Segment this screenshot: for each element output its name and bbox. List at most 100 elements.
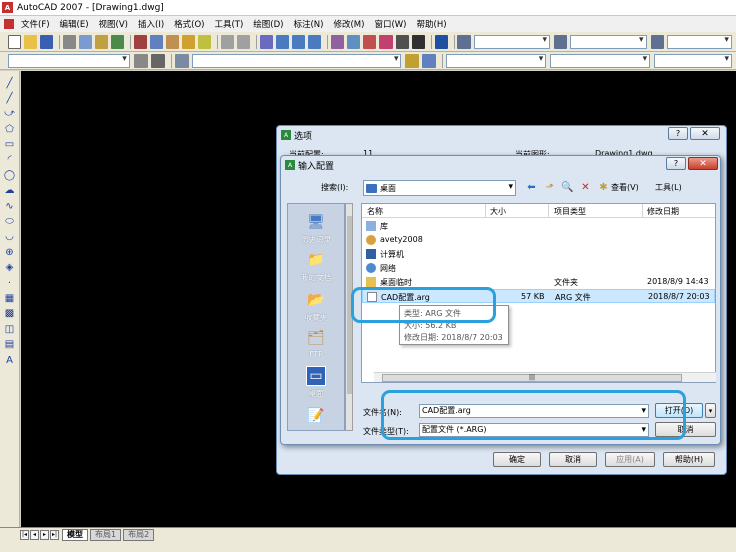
menu-insert[interactable]: 插入(I) [133, 18, 169, 30]
undo-icon[interactable] [221, 34, 235, 49]
tab-model[interactable]: 模型 [62, 528, 88, 541]
publish-icon[interactable] [95, 34, 109, 49]
document-icon[interactable] [4, 19, 14, 29]
point-icon[interactable]: · [4, 277, 16, 289]
workspace-settings-icon[interactable] [133, 53, 148, 68]
lineweight-combo[interactable] [654, 53, 733, 68]
layer-combo[interactable] [191, 53, 402, 68]
paste-icon[interactable] [166, 34, 180, 49]
menu-edit[interactable]: 编辑(E) [55, 18, 94, 30]
match-properties-icon[interactable] [182, 34, 196, 49]
menu-dimension[interactable]: 标注(N) [288, 18, 328, 30]
column-divider[interactable] [485, 204, 486, 218]
design-center-icon[interactable] [347, 34, 361, 49]
place-favorites[interactable]: 📂 收藏夹 [288, 290, 344, 323]
options-help-text-button[interactable]: 帮助(H) [663, 452, 715, 467]
insert-block-icon[interactable]: ⊕ [4, 246, 16, 258]
column-divider[interactable] [548, 204, 549, 218]
table-icon[interactable]: ▤ [4, 339, 16, 351]
list-item[interactable]: 网络 [362, 261, 715, 275]
back-arrow-icon[interactable]: ⬅ [525, 181, 538, 194]
table-style-combo[interactable] [666, 34, 732, 49]
table-style-icon[interactable] [650, 34, 664, 49]
new-icon[interactable] [8, 34, 22, 49]
column-type[interactable]: 项目类型 [554, 206, 586, 217]
rectangle-icon[interactable]: ▭ [4, 139, 16, 151]
up-folder-icon[interactable]: ⬏ [543, 181, 556, 194]
make-layer-current-icon[interactable] [405, 53, 420, 68]
options-help-button[interactable]: ? [668, 127, 688, 140]
zoom-window-icon[interactable] [292, 34, 306, 49]
construction-line-icon[interactable]: ╱ [4, 92, 16, 104]
menu-file[interactable]: 文件(F) [16, 18, 55, 30]
import-close-button[interactable]: ✕ [688, 157, 718, 170]
menu-help[interactable]: 帮助(H) [412, 18, 452, 30]
sheet-set-icon[interactable] [379, 34, 393, 49]
place-history[interactable]: 🖥 历史记录 [288, 212, 344, 245]
plot-icon[interactable] [111, 34, 125, 49]
workspace-combo[interactable] [8, 53, 130, 68]
hatch-icon[interactable]: ▦ [4, 292, 16, 304]
look-in-combo[interactable]: 桌面 ▾ [363, 180, 516, 196]
tab-last-icon[interactable]: ▸| [50, 529, 59, 540]
list-item[interactable]: 计算机 [362, 247, 715, 261]
polyline-icon[interactable]: ⤻ [4, 108, 16, 120]
help-icon[interactable] [434, 34, 448, 49]
zoom-realtime-icon[interactable] [276, 34, 290, 49]
workspace-save-icon[interactable] [150, 53, 165, 68]
tab-layout2[interactable]: 布局2 [123, 528, 155, 541]
layer-manager-icon[interactable] [174, 53, 189, 68]
options-ok-button[interactable]: 确定 [493, 452, 541, 467]
place-my-documents[interactable]: 📁 我的文档 [288, 250, 344, 283]
properties-icon[interactable] [331, 34, 345, 49]
make-block-icon[interactable]: ◈ [4, 262, 16, 274]
tab-layout1[interactable]: 布局1 [90, 528, 122, 541]
column-modified[interactable]: 修改日期 [647, 206, 679, 217]
markup-icon[interactable] [395, 34, 409, 49]
gradient-icon[interactable]: ▩ [4, 308, 16, 320]
zoom-previous-icon[interactable] [308, 34, 322, 49]
calculator-icon[interactable] [411, 34, 425, 49]
polygon-icon[interactable]: ⬠ [4, 123, 16, 135]
dimension-style-icon[interactable] [554, 34, 568, 49]
arc-icon[interactable]: ◜ [4, 154, 16, 166]
tab-first-icon[interactable]: |◂ [20, 529, 29, 540]
text-style-combo[interactable] [473, 34, 551, 49]
menu-tools[interactable]: 工具(T) [209, 18, 248, 30]
block-editor-icon[interactable] [198, 34, 212, 49]
layer-previous-icon[interactable] [422, 53, 437, 68]
menu-format[interactable]: 格式(O) [169, 18, 209, 30]
print-icon[interactable] [63, 34, 77, 49]
place-buzzsaw[interactable]: 📝 [288, 406, 344, 426]
pan-icon[interactable] [260, 34, 274, 49]
options-close-button[interactable]: ✕ [690, 127, 720, 140]
file-list-hscrollbar[interactable]: ||| [374, 372, 716, 382]
view-menu[interactable]: 查看(V) [611, 182, 639, 193]
tab-next-icon[interactable]: ▸ [40, 529, 49, 540]
copy-icon[interactable] [150, 34, 164, 49]
place-ftp[interactable]: 🗂 FTP [288, 328, 344, 359]
ellipse-arc-icon[interactable]: ◡ [4, 231, 16, 243]
ellipse-icon[interactable]: ⬭ [4, 216, 16, 228]
circle-icon[interactable]: ◯ [4, 169, 16, 181]
hscroll-thumb[interactable]: ||| [382, 374, 682, 382]
tab-prev-icon[interactable]: ◂ [30, 529, 39, 540]
text-style-icon[interactable] [457, 34, 471, 49]
place-desktop[interactable]: ▭ 桌面 [288, 366, 344, 399]
region-icon[interactable]: ◫ [4, 323, 16, 335]
options-apply-button[interactable]: 应用(A) [605, 452, 655, 467]
column-size[interactable]: 大小 [490, 206, 506, 217]
search-web-icon[interactable]: 🔍 [561, 181, 574, 194]
dimension-style-combo[interactable] [570, 34, 647, 49]
options-cancel-button[interactable]: 取消 [549, 452, 597, 467]
new-folder-icon[interactable]: ✱ [597, 181, 610, 194]
spline-icon[interactable]: ∿ [4, 200, 16, 212]
tool-palettes-icon[interactable] [363, 34, 377, 49]
delete-icon[interactable]: ✕ [579, 181, 592, 194]
redo-icon[interactable] [237, 34, 251, 49]
import-help-button[interactable]: ? [666, 157, 686, 170]
list-item[interactable]: avety2008 [362, 233, 715, 247]
color-combo[interactable] [446, 53, 547, 68]
save-icon[interactable] [40, 34, 54, 49]
column-divider[interactable] [642, 204, 643, 218]
